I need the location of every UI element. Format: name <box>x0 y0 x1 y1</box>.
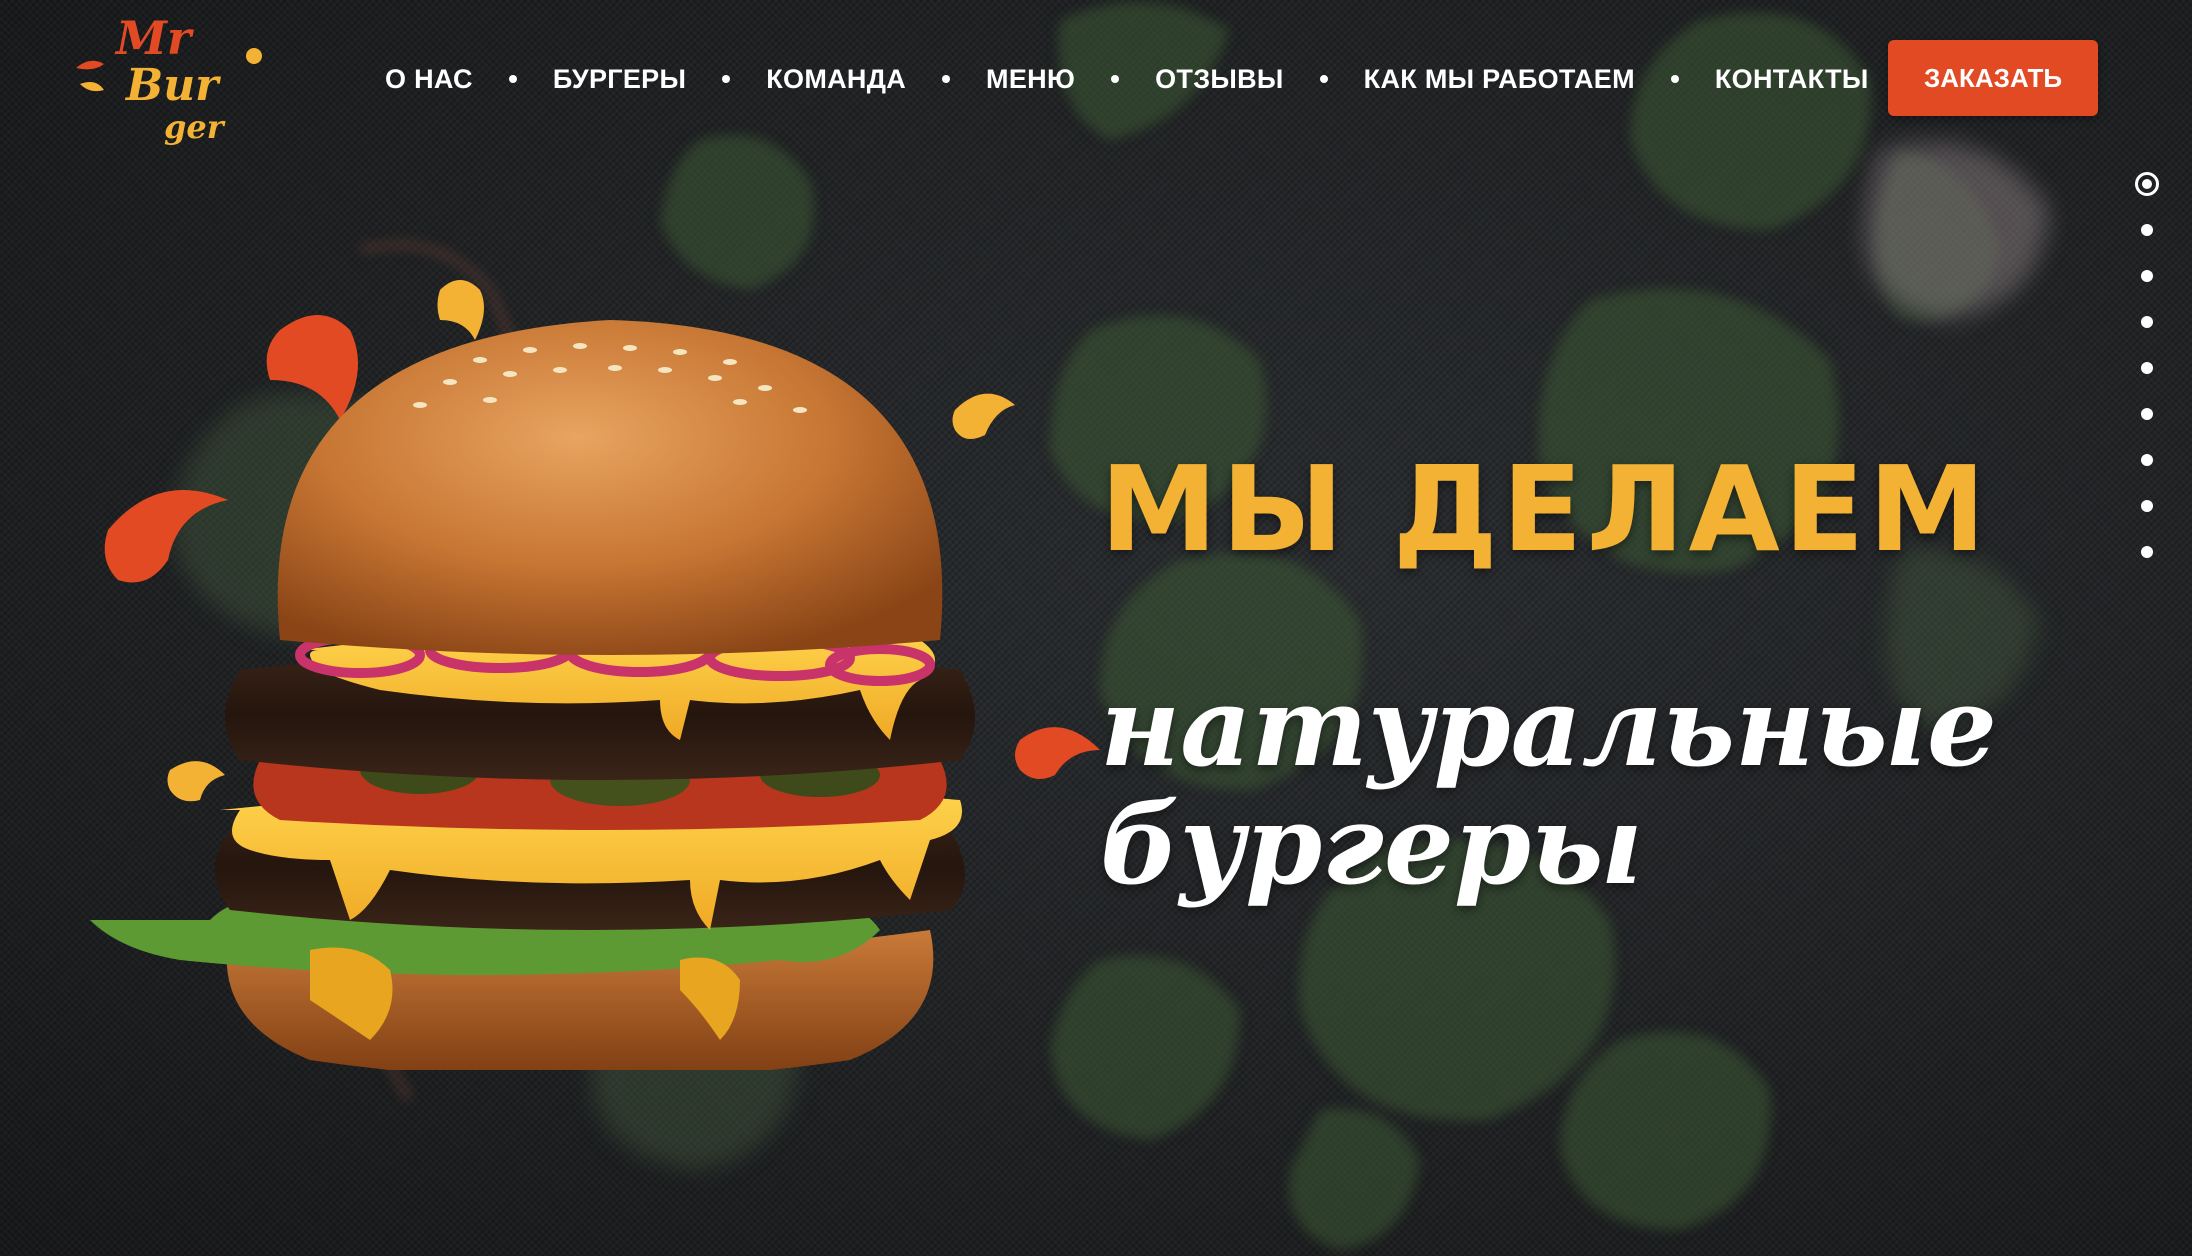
hero-headline-tertiary: бургеры <box>1100 780 1643 909</box>
brand-logo[interactable]: Mr Bur ger <box>68 6 268 156</box>
nav-separator <box>508 75 517 83</box>
nav-separator <box>722 75 731 83</box>
nav-item-menu[interactable]: МЕНЮ <box>986 64 1075 95</box>
main-nav: О НАС БУРГЕРЫ КОМАНДА МЕНЮ ОТЗЫВЫ КАК МЫ… <box>385 44 1869 114</box>
nav-item-reviews[interactable]: ОТЗЫВЫ <box>1155 64 1284 95</box>
pager-dot[interactable] <box>2141 500 2153 512</box>
hero-headline-primary: МЫ ДЕЛАЕМ <box>1100 440 1990 578</box>
nav-item-contacts[interactable]: КОНТАКТЫ <box>1715 64 1869 95</box>
pager-dot[interactable] <box>2141 454 2153 466</box>
nav-separator <box>1319 75 1328 83</box>
nav-separator <box>1111 75 1120 83</box>
logo-line3: ger <box>164 108 226 146</box>
order-button[interactable]: ЗАКАЗАТЬ <box>1888 40 2098 116</box>
slide-pager <box>2130 172 2164 592</box>
pager-dot[interactable] <box>2141 546 2153 558</box>
nav-separator <box>942 75 951 83</box>
hero-section: Mr Bur ger О НАС БУРГЕРЫ КОМАНДА МЕНЮ ОТ… <box>0 0 2192 1256</box>
nav-separator <box>1670 75 1679 83</box>
pager-dot[interactable] <box>2141 224 2153 236</box>
pager-dot[interactable] <box>2141 316 2153 328</box>
pager-dot[interactable] <box>2141 270 2153 282</box>
nav-item-about[interactable]: О НАС <box>385 64 473 95</box>
hero-headline-secondary: натуральные <box>1100 662 1998 791</box>
logo-line2: Bur <box>124 60 221 111</box>
burger-illustration <box>90 280 1100 1070</box>
nav-item-team[interactable]: КОМАНДА <box>766 64 906 95</box>
mr-burger-logo-icon: Mr Bur ger <box>76 11 262 146</box>
pager-dot[interactable] <box>2141 408 2153 420</box>
nav-item-burgers[interactable]: БУРГЕРЫ <box>553 64 686 95</box>
nav-item-how-we-work[interactable]: КАК МЫ РАБОТАЕМ <box>1364 64 1635 95</box>
pager-dot-active[interactable] <box>2135 172 2159 196</box>
logo-line1: Mr <box>114 11 195 65</box>
pager-dot[interactable] <box>2141 362 2153 374</box>
